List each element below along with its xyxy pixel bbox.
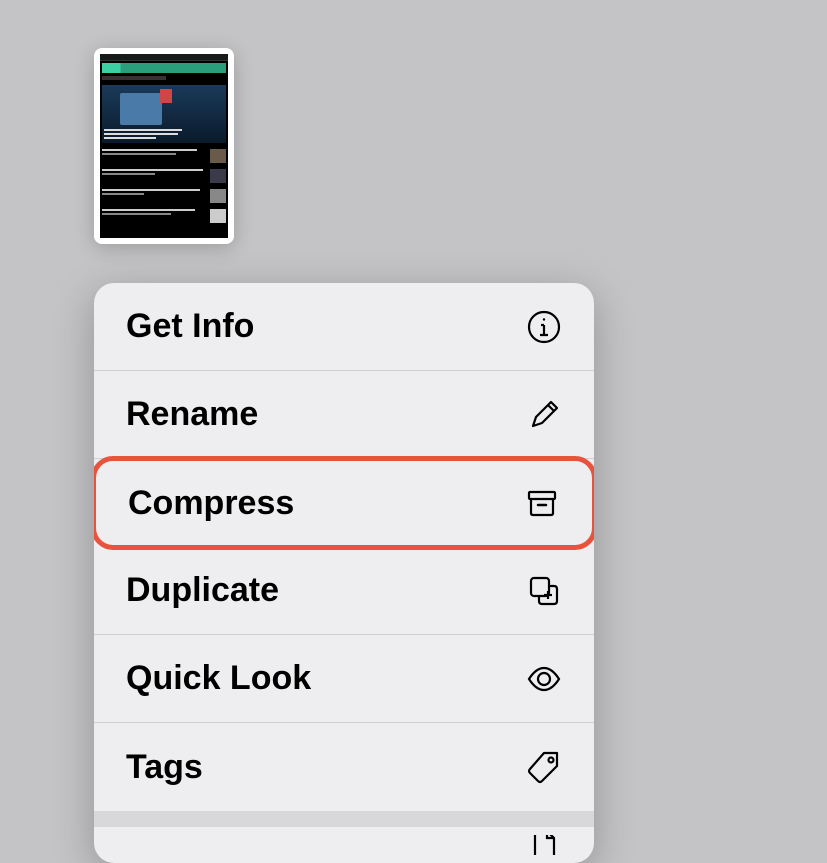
menu-item-label: Duplicate — [126, 571, 279, 610]
menu-item-duplicate[interactable]: Duplicate — [94, 547, 594, 635]
menu-separator — [94, 811, 594, 827]
file-preview-thumbnail[interactable] — [94, 48, 234, 244]
archive-box-icon — [524, 485, 560, 521]
menu-item-label: Get Info — [126, 307, 254, 346]
pencil-icon — [526, 397, 562, 433]
menu-item-label: Quick Look — [126, 659, 311, 698]
menu-item-label: Rename — [126, 395, 258, 434]
menu-item-label: Tags — [126, 748, 203, 787]
document-icon — [526, 835, 562, 855]
menu-item-quick-look[interactable]: Quick Look — [94, 635, 594, 723]
file-preview-content — [100, 54, 228, 238]
menu-item-tags[interactable]: Tags — [94, 723, 594, 811]
menu-item-rename[interactable]: Rename — [94, 371, 594, 459]
duplicate-plus-icon — [526, 573, 562, 609]
menu-item-label: Compress — [128, 484, 294, 523]
context-menu: Get Info Rename Compress — [94, 283, 594, 863]
info-circle-icon — [526, 309, 562, 345]
eye-icon — [526, 661, 562, 697]
menu-item-get-info[interactable]: Get Info — [94, 283, 594, 371]
tag-icon — [526, 749, 562, 785]
menu-item-compress[interactable]: Compress — [94, 456, 594, 550]
